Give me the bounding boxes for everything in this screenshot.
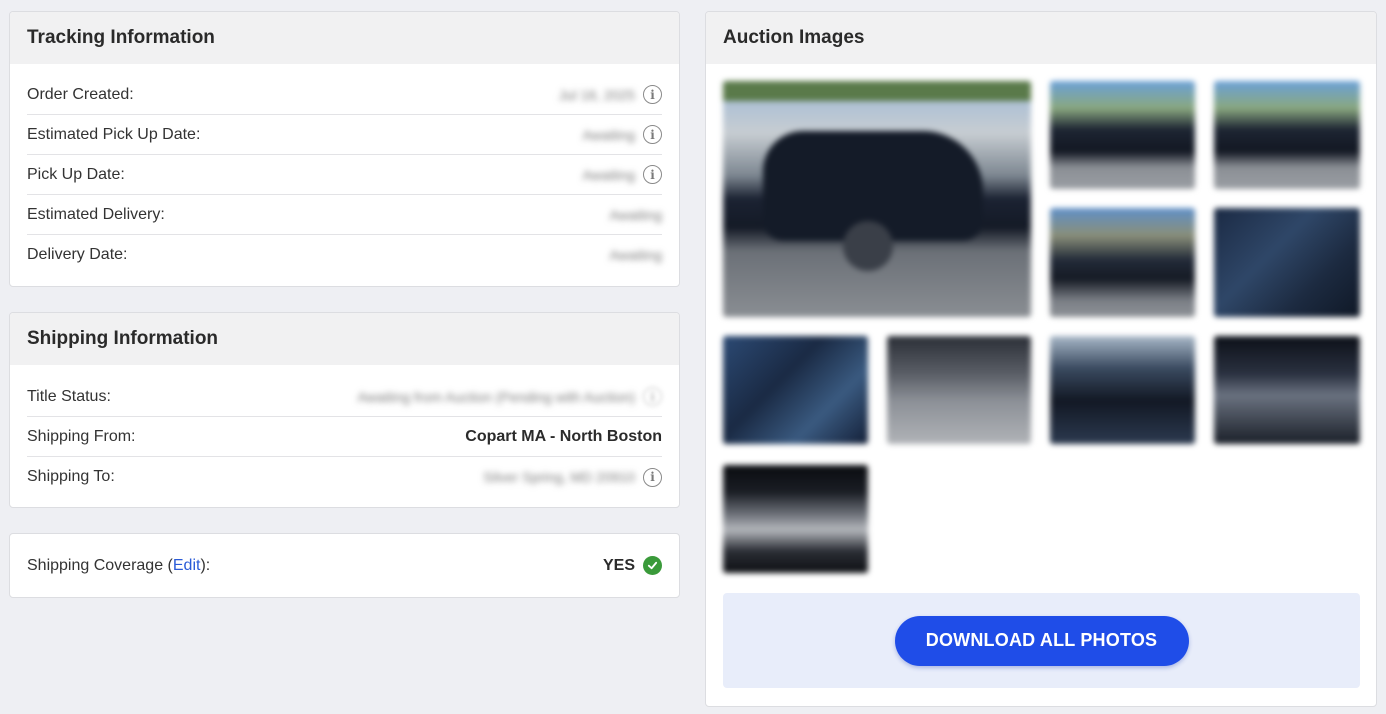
- car-photo[interactable]: [1214, 336, 1360, 444]
- shipping-card: Shipping Information Title Status: Await…: [9, 312, 680, 508]
- tracking-title: Tracking Information: [10, 12, 679, 64]
- info-icon[interactable]: i: [643, 85, 662, 104]
- tracking-card: Tracking Information Order Created: Jul …: [9, 11, 680, 287]
- shipping-title: Shipping Information: [10, 313, 679, 365]
- title-status-label: Title Status:: [27, 387, 111, 405]
- car-photo[interactable]: [1214, 81, 1360, 189]
- row-pickup-date: Pick Up Date: Awaiting i: [27, 155, 662, 195]
- coverage-label: Shipping Coverage (Edit):: [27, 556, 211, 574]
- estimated-delivery-value: Awaiting: [609, 206, 662, 223]
- auction-images-title: Auction Images: [706, 12, 1376, 64]
- estimated-pickup-value: Awaiting: [582, 126, 635, 143]
- edit-coverage-link[interactable]: Edit: [173, 557, 201, 574]
- coverage-value: YES: [602, 556, 635, 574]
- auction-images-card: Auction Images DOWNLOAD ALL PHOTOS: [705, 11, 1377, 707]
- row-shipping-coverage: Shipping Coverage (Edit): YES: [27, 546, 662, 586]
- info-icon[interactable]: i: [643, 387, 662, 406]
- info-icon[interactable]: i: [643, 467, 662, 487]
- estimated-delivery-label: Estimated Delivery:: [27, 205, 165, 223]
- car-photo[interactable]: [1050, 81, 1195, 189]
- car-photo[interactable]: [723, 336, 868, 444]
- row-order-created: Order Created: Jul 18, 2025 i: [27, 75, 662, 115]
- row-estimated-delivery: Estimated Delivery: Awaiting: [27, 195, 662, 235]
- coverage-card: Shipping Coverage (Edit): YES: [9, 533, 680, 598]
- download-all-photos-button[interactable]: DOWNLOAD ALL PHOTOS: [894, 615, 1189, 666]
- row-delivery-date: Delivery Date: Awaiting: [27, 235, 662, 275]
- info-icon[interactable]: i: [643, 125, 662, 144]
- car-photo[interactable]: [1050, 208, 1195, 317]
- info-icon[interactable]: i: [643, 165, 662, 184]
- row-title-status: Title Status: Awaiting from Auction (Pen…: [27, 377, 662, 417]
- order-created-label: Order Created:: [27, 85, 134, 103]
- car-photo[interactable]: [723, 465, 868, 573]
- check-circle-icon: [643, 556, 662, 575]
- pickup-date-label: Pick Up Date:: [27, 165, 125, 183]
- car-photo[interactable]: [1050, 336, 1195, 444]
- row-shipping-from: Shipping From: Copart MA - North Boston: [27, 417, 662, 457]
- car-photo[interactable]: [1214, 208, 1360, 317]
- pickup-date-value: Awaiting: [582, 166, 635, 183]
- estimated-pickup-label: Estimated Pick Up Date:: [27, 125, 201, 143]
- shipping-to-value: Silver Spring, MD 20910: [483, 469, 635, 485]
- delivery-date-value: Awaiting: [609, 247, 662, 263]
- car-photo-main[interactable]: [723, 81, 1031, 317]
- title-status-value: Awaiting from Auction (Pending with Auct…: [357, 388, 635, 405]
- shipping-from-label: Shipping From:: [27, 427, 136, 445]
- shipping-to-label: Shipping To:: [27, 468, 115, 485]
- car-photo[interactable]: [887, 336, 1031, 444]
- row-estimated-pickup: Estimated Pick Up Date: Awaiting i: [27, 115, 662, 155]
- delivery-date-label: Delivery Date:: [27, 246, 128, 263]
- row-shipping-to: Shipping To: Silver Spring, MD 20910 i: [27, 457, 662, 497]
- shipping-from-value: Copart MA - North Boston: [465, 427, 662, 445]
- download-area: DOWNLOAD ALL PHOTOS: [723, 593, 1360, 688]
- order-created-value: Jul 18, 2025: [558, 86, 635, 103]
